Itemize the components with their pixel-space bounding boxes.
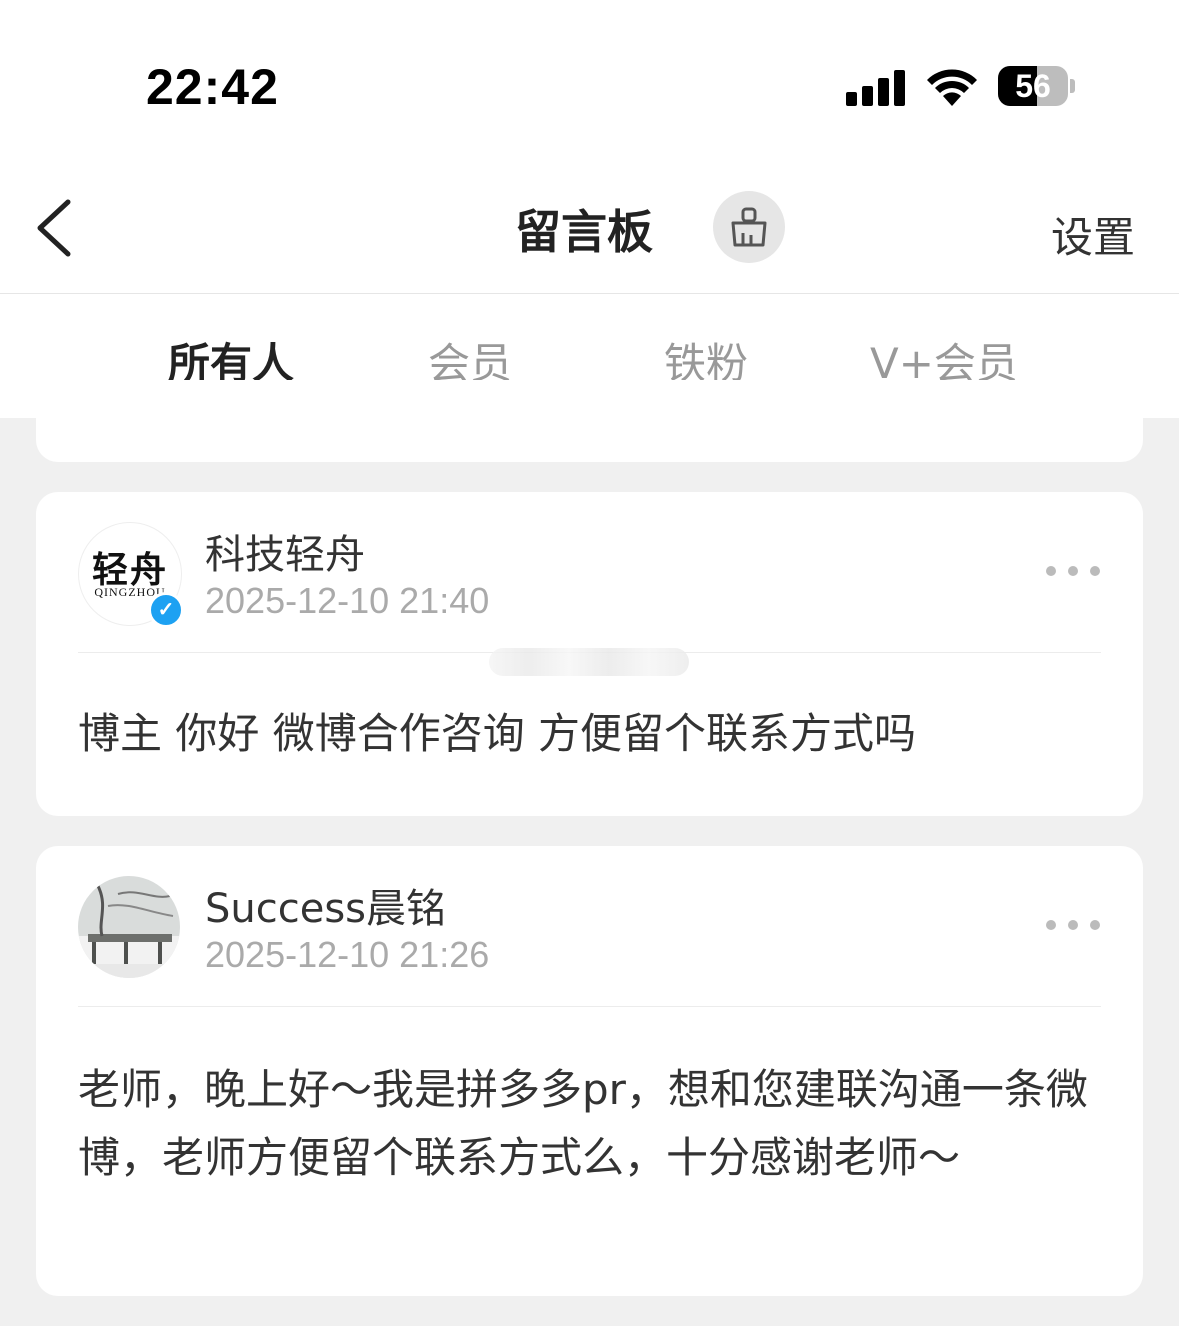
page-title: 留言板 xyxy=(515,205,653,259)
timestamp: 2025-12-10 21:40 xyxy=(205,580,490,621)
message-card-partial xyxy=(36,380,1143,462)
avatar[interactable] xyxy=(78,876,180,978)
blurred-text xyxy=(489,648,689,676)
battery-percent: 56 xyxy=(1015,68,1051,104)
more-icon[interactable] xyxy=(1046,564,1106,578)
signal-icon xyxy=(846,70,906,106)
battery-icon: 56 xyxy=(998,66,1075,108)
card-divider xyxy=(78,1006,1101,1007)
status-time: 22:42 xyxy=(146,59,279,115)
verified-icon: ✓ xyxy=(148,592,184,628)
more-icon[interactable] xyxy=(1046,918,1106,932)
snow-scene-image xyxy=(78,876,180,978)
message-content: 博主 你好 微博合作咨询 方便留个联系方式吗 xyxy=(78,709,917,758)
clean-button[interactable] xyxy=(713,191,785,263)
message-card: Success晨铭 2025-12-10 21:26 老师，晚上好～我是拼多多p… xyxy=(36,846,1143,1296)
settings-button[interactable]: 设置 xyxy=(1051,204,1135,265)
wifi-icon xyxy=(927,69,977,106)
back-icon[interactable] xyxy=(30,196,78,260)
broom-icon xyxy=(731,207,767,247)
username[interactable]: 科技轻舟 xyxy=(205,522,365,580)
message-content: 老师，晚上好～我是拼多多pr，想和您建联沟通一条微博，老师方便留个联系方式么，十… xyxy=(78,1065,1088,1182)
top-bar: 22:42 56 留言板 设置 所有人 会员 铁粉 V+会员 xyxy=(0,0,1179,418)
timestamp: 2025-12-10 21:26 xyxy=(205,934,490,975)
header-divider xyxy=(0,293,1179,294)
username[interactable]: Success晨铭 xyxy=(205,876,446,934)
message-card: 轻舟 QINGZHOU ✓ 科技轻舟 2025-12-10 21:40 博主 你… xyxy=(36,492,1143,816)
